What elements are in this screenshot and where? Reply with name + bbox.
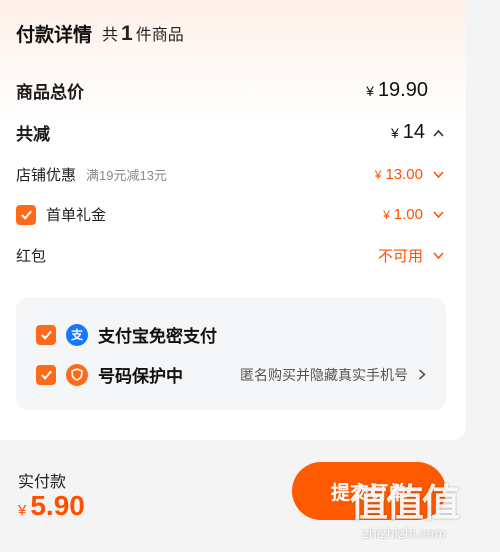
store-discount-detail: 满19元减13元	[86, 168, 167, 183]
discount-total-label: 共减	[16, 125, 50, 144]
shield-icon	[66, 363, 88, 386]
currency-symbol: ¥	[390, 125, 399, 141]
chevron-right-icon[interactable]	[418, 367, 426, 383]
payment-options-panel: 支 支付宝免密支付 号码保护中 匿名购买并隐藏真实手机号	[16, 298, 446, 410]
first-order-value: ¥ 1.00	[383, 206, 444, 223]
red-packet-status: 不可用	[378, 245, 444, 266]
privacy-label: 号码保护中	[98, 367, 183, 386]
red-packet-status-text: 不可用	[377, 248, 423, 265]
total-price-row: 商品总价 ¥ 19.90	[16, 78, 444, 103]
first-order-amount: 1.00	[393, 206, 423, 223]
actual-payment-value: ¥ 5.90	[18, 490, 85, 522]
watermark-site: zhizhizhi.com	[361, 525, 447, 541]
watermark-logo: 值值值	[350, 483, 460, 525]
store-discount-row[interactable]: 店铺优惠 满19元减13元 ¥ 13.00	[16, 164, 444, 185]
alipay-checkbox[interactable]	[36, 324, 56, 345]
currency-symbol: ¥	[383, 207, 390, 222]
alipay-option-row[interactable]: 支 支付宝免密支付	[36, 322, 426, 347]
check-icon	[20, 210, 32, 220]
chevron-down-icon[interactable]	[433, 168, 444, 182]
red-packet-row[interactable]: 红包 不可用	[16, 245, 444, 266]
header-row: 付款详情 共 1 件商品	[16, 20, 444, 47]
discount-total-value: ¥ 14	[391, 121, 425, 144]
item-count-suffix: 件商品	[135, 27, 184, 44]
total-price-amount: 19.90	[377, 79, 428, 101]
item-count: 共 1 件商品	[102, 21, 184, 46]
check-icon	[40, 330, 52, 340]
first-order-checkbox[interactable]	[16, 204, 36, 225]
first-order-gift-row[interactable]: 首单礼金 ¥ 1.00	[16, 204, 444, 225]
chevron-down-icon[interactable]	[433, 208, 444, 222]
first-order-label: 首单礼金	[46, 207, 107, 224]
watermark: 值值值 zhizhizhi.com	[350, 472, 460, 541]
privacy-checkbox[interactable]	[36, 364, 56, 385]
total-price-label: 商品总价	[16, 83, 84, 102]
red-packet-label: 红包	[16, 248, 47, 265]
alipay-label: 支付宝免密支付	[98, 327, 217, 346]
currency-symbol: ¥	[366, 83, 374, 99]
actual-payment-label: 实付款	[18, 474, 67, 491]
currency-symbol: ¥	[374, 167, 382, 182]
currency-symbol: ¥	[18, 502, 27, 519]
item-count-number: 1	[121, 22, 133, 45]
page-title: 付款详情	[16, 25, 93, 46]
check-icon	[40, 370, 52, 380]
actual-payment-amount: 5.90	[30, 490, 85, 521]
privacy-note: 匿名购买并隐藏真实手机号	[240, 366, 408, 383]
payment-details-card: 付款详情 共 1 件商品 商品总价 ¥ 19.90 共减 ¥ 14 店铺优惠 满…	[0, 0, 466, 440]
discount-total-row[interactable]: 共减 ¥ 14	[16, 120, 444, 145]
chevron-down-icon[interactable]	[433, 249, 444, 263]
total-price-value: ¥ 19.90	[366, 79, 428, 102]
privacy-option-row[interactable]: 号码保护中 匿名购买并隐藏真实手机号	[36, 362, 426, 387]
alipay-icon: 支	[66, 323, 88, 346]
discount-total-amount: 14	[402, 121, 425, 143]
store-discount-amount: 13.00	[385, 166, 423, 183]
right-edge-strip	[466, 0, 500, 552]
store-discount-label: 店铺优惠	[16, 167, 77, 184]
item-count-prefix: 共	[102, 27, 119, 44]
chevron-up-icon[interactable]	[433, 125, 444, 140]
store-discount-value: ¥ 13.00	[375, 166, 444, 183]
